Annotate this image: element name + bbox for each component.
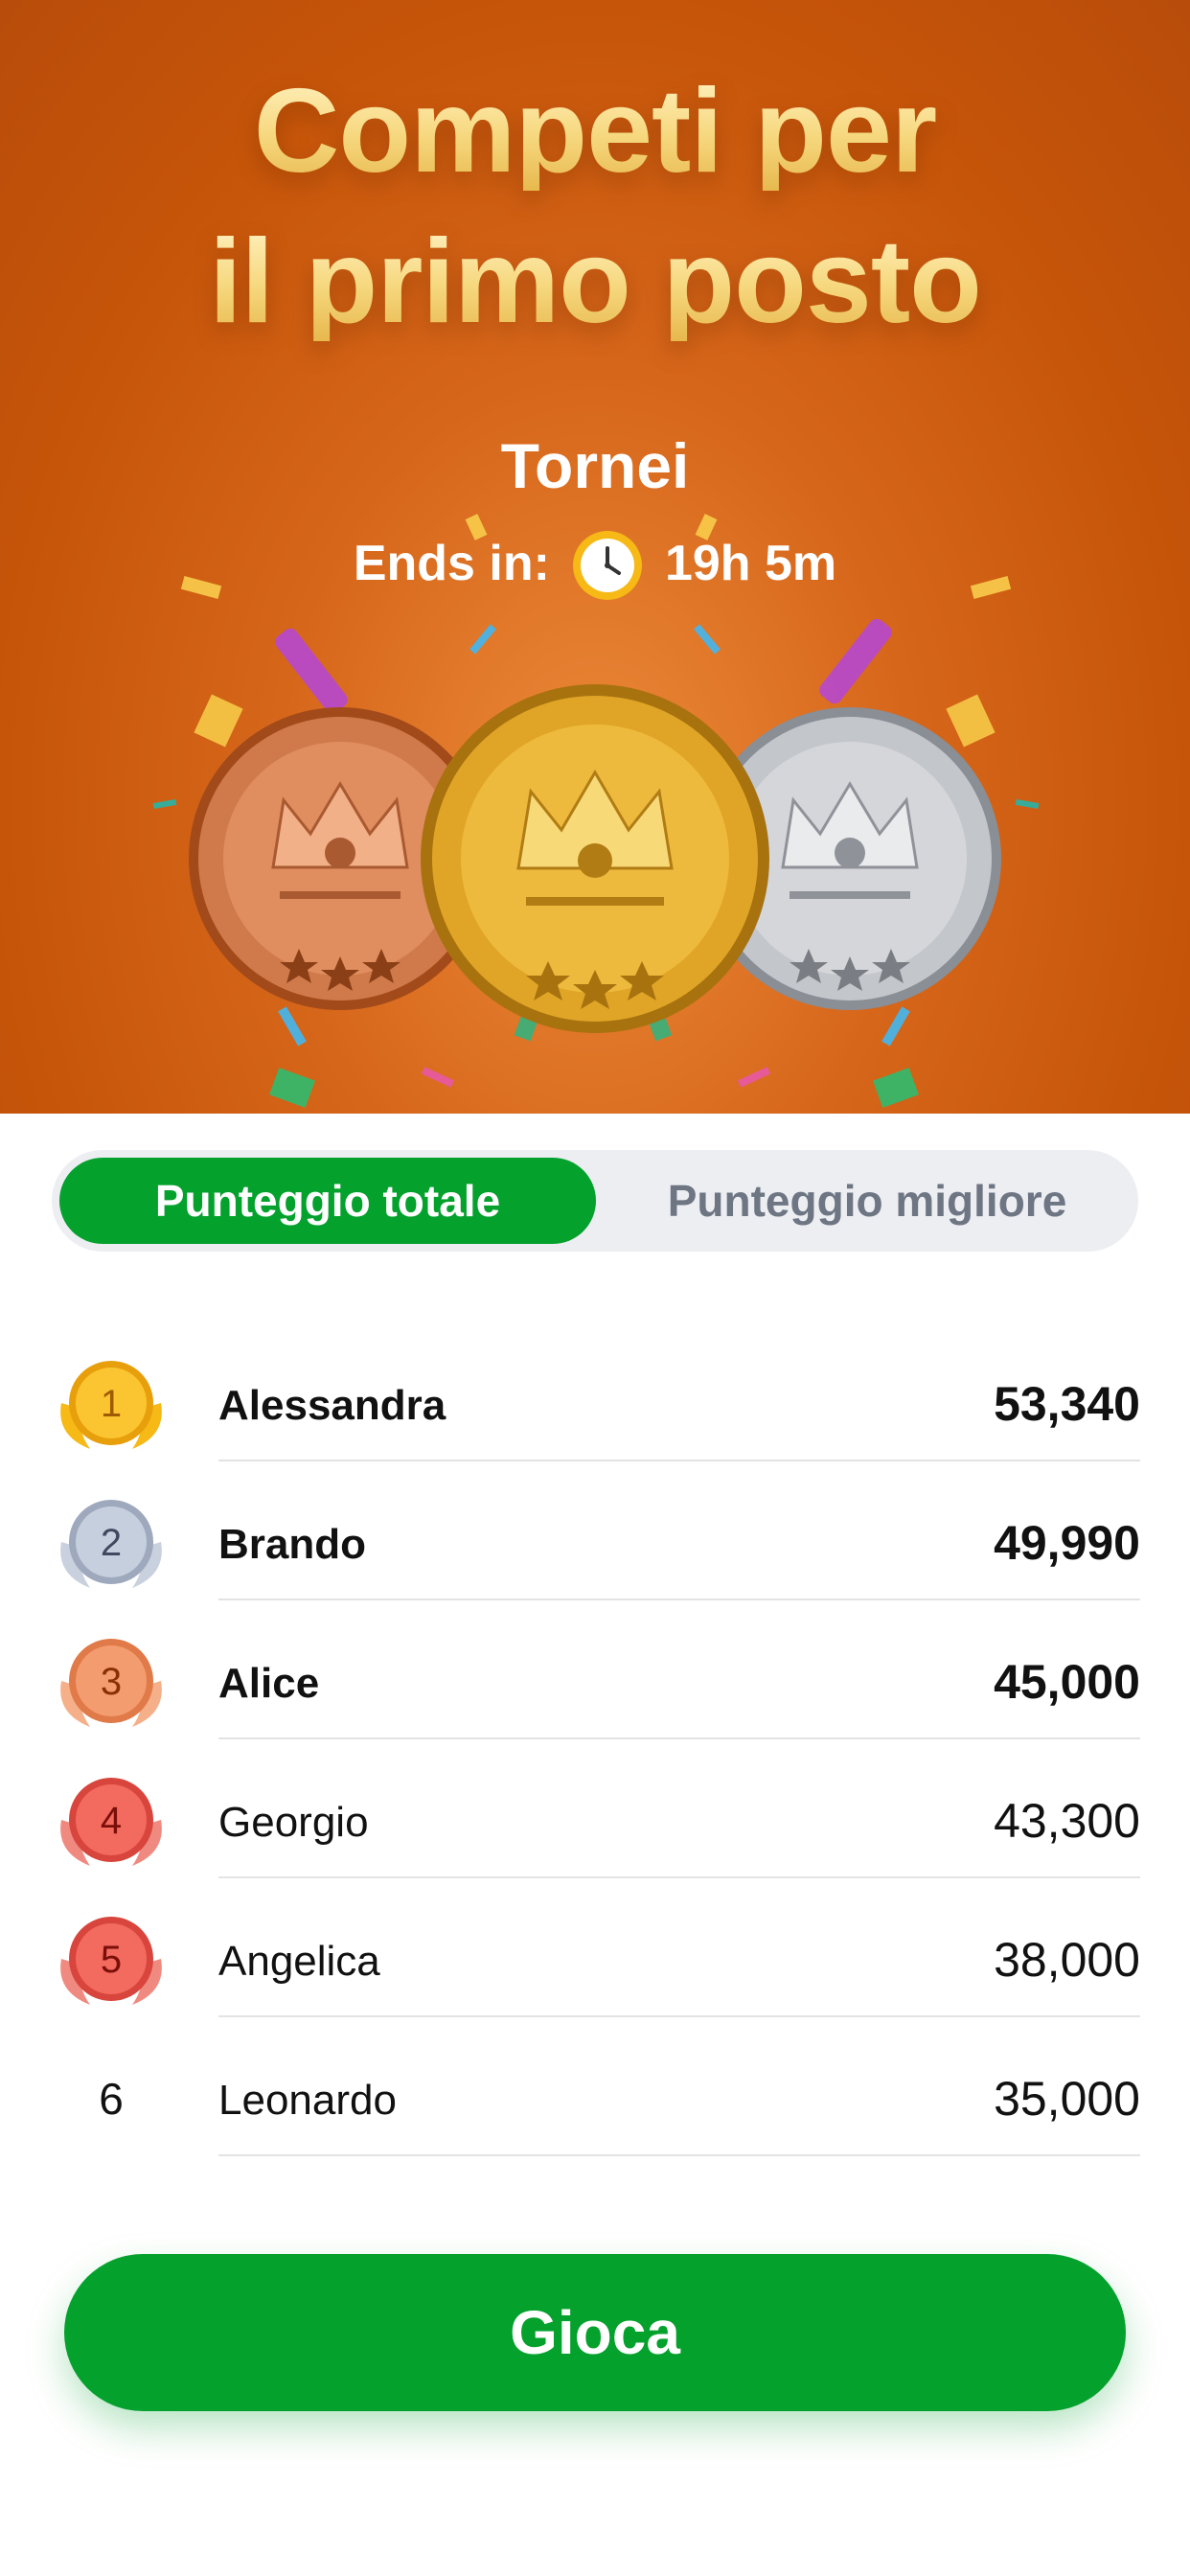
rank-number: 1 — [101, 1383, 122, 1425]
player-name: Angelica — [218, 1938, 380, 1985]
play-button[interactable]: Gioca — [64, 2254, 1126, 2411]
rank-number: 4 — [101, 1800, 122, 1842]
headline-line-1: Competi per — [0, 72, 1190, 191]
player-name: Leonardo — [218, 2077, 397, 2124]
leaderboard-row[interactable]: 6 Leonardo 35,000 — [0, 2017, 1190, 2156]
player-score: 45,000 — [994, 1655, 1140, 1709]
silver-rank-badge-icon: 2 — [60, 1500, 162, 1588]
rank-number: 2 — [101, 1522, 122, 1564]
leaderboard-row[interactable]: 5 Angelica 38,000 — [0, 1878, 1190, 2017]
ends-time: 19h 5m — [664, 536, 837, 591]
countdown: Ends in: 19h 5m — [0, 525, 1190, 602]
hero-banner: Competi per il primo posto Tornei Ends i… — [0, 0, 1190, 1114]
player-name: Alice — [218, 1660, 320, 1707]
score-type-toggle: Punteggio totale Punteggio migliore — [52, 1150, 1138, 1252]
headline-line-2: il primo posto — [0, 222, 1190, 341]
leaderboard-row[interactable]: 2 Brando 49,990 — [0, 1461, 1190, 1600]
tournament-title: Tornei — [500, 430, 690, 501]
leaderboard-row[interactable]: 4 Georgio 43,300 — [0, 1739, 1190, 1878]
row-divider — [218, 2154, 1140, 2156]
player-score: 49,990 — [994, 1516, 1140, 1570]
red-rank-badge-icon: 4 — [60, 1778, 162, 1866]
alarm-clock-icon — [572, 531, 642, 600]
gold-medal-icon — [421, 684, 769, 1033]
tab-best-score[interactable]: Punteggio migliore — [604, 1158, 1131, 1244]
tab-total-score[interactable]: Punteggio totale — [59, 1158, 596, 1244]
red-rank-badge-icon: 5 — [60, 1917, 162, 2005]
player-score: 43,300 — [994, 1794, 1140, 1848]
leaderboard-row[interactable]: 3 Alice 45,000 — [0, 1600, 1190, 1739]
player-name: Georgio — [218, 1799, 369, 1846]
rank-number: 5 — [101, 1939, 122, 1981]
player-score: 38,000 — [994, 1933, 1140, 1987]
player-score: 53,340 — [994, 1377, 1140, 1431]
rank-number: 6 — [99, 2074, 124, 2124]
player-name: Alessandra — [218, 1382, 446, 1429]
gold-rank-badge-icon: 1 — [60, 1361, 162, 1449]
leaderboard-row[interactable]: 1 Alessandra 53,340 — [0, 1322, 1190, 1461]
rank-number: 3 — [101, 1661, 122, 1703]
leaderboard: 1 Alessandra 53,340 2 Brando 49,990 3 Al… — [0, 1322, 1190, 2156]
player-name: Brando — [218, 1521, 366, 1568]
bronze-rank-badge-icon: 3 — [60, 1639, 162, 1727]
ends-label: Ends in: — [353, 536, 550, 591]
player-score: 35,000 — [994, 2072, 1140, 2126]
